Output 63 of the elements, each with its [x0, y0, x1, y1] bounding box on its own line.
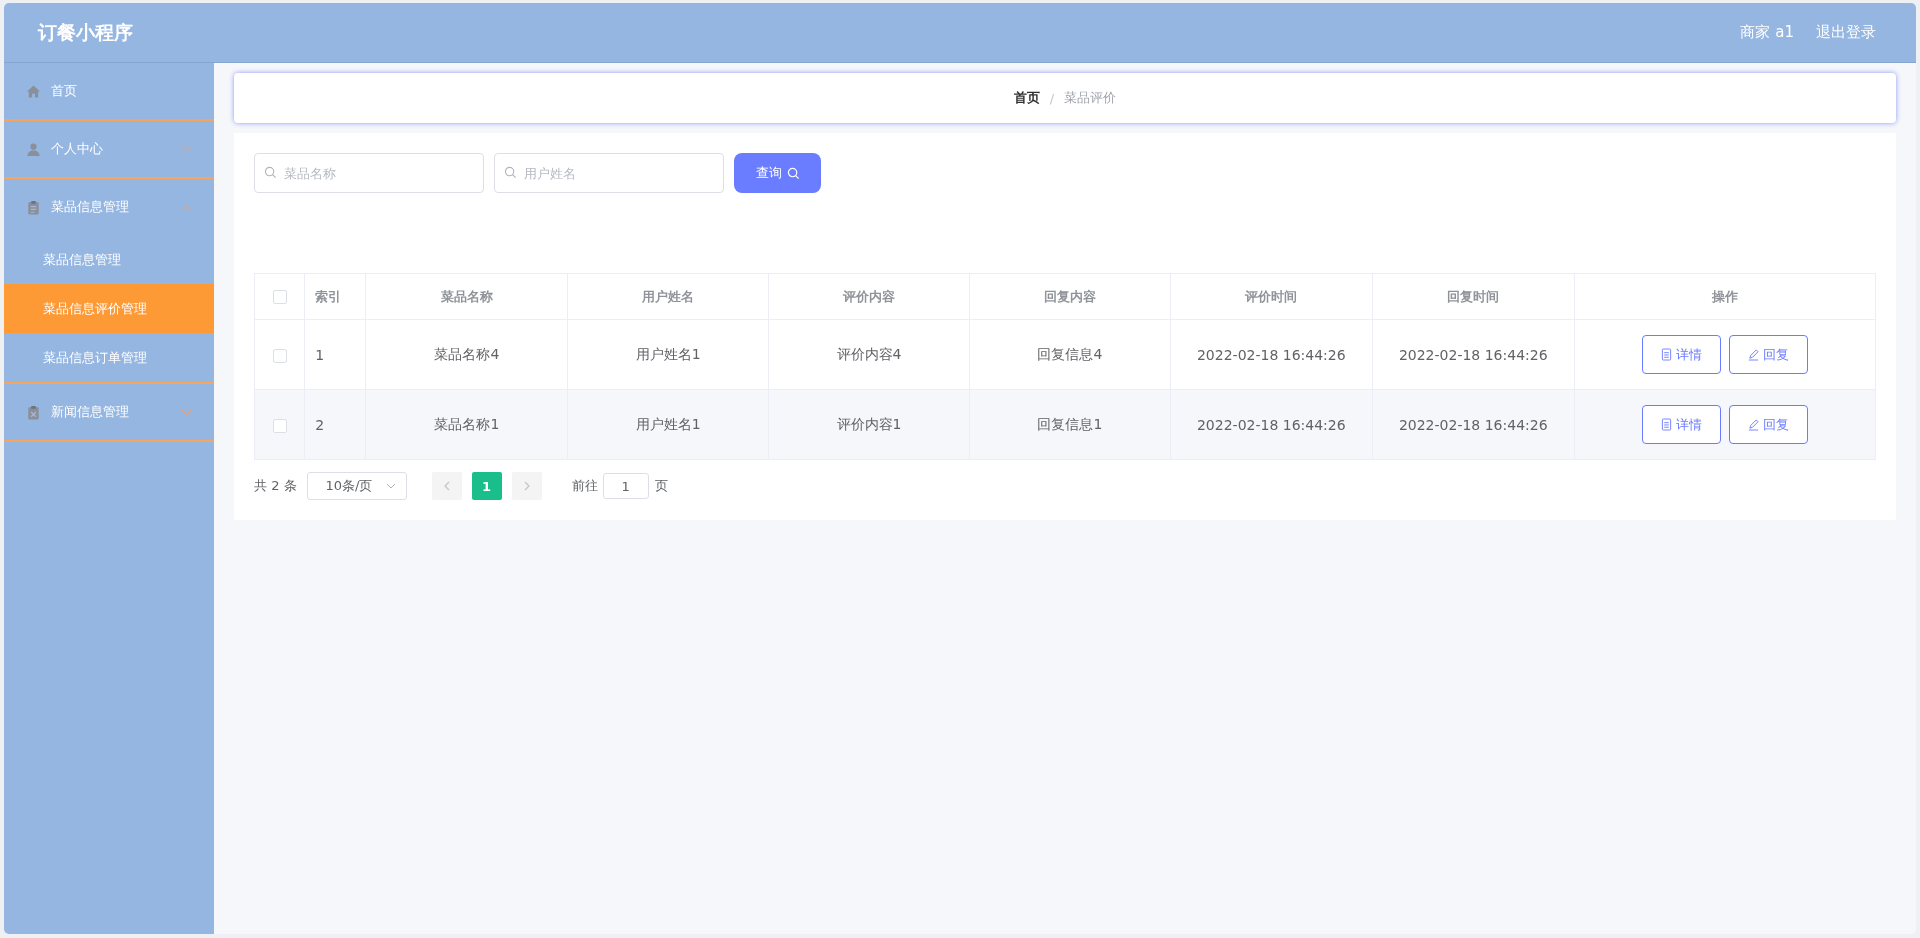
breadcrumb-separator: /: [1049, 90, 1055, 106]
column-header: 评价内容: [768, 273, 970, 320]
pencil-icon: [1747, 348, 1759, 361]
column-header: 回复内容: [969, 273, 1171, 320]
page-input-field[interactable]: 1: [602, 473, 649, 499]
clipboard-icon: [26, 199, 41, 215]
home-icon: [26, 83, 41, 99]
user-name: 商家 a1: [1740, 23, 1794, 42]
table-cell: 用户姓名1: [567, 389, 769, 460]
table-cell: 2022-02-18 16:44:26: [1170, 389, 1373, 460]
column-header: 菜品名称: [365, 273, 568, 320]
row-checkbox[interactable]: [272, 418, 287, 433]
column-header: 回复时间: [1372, 273, 1575, 320]
details-button[interactable]: 详情: [1641, 335, 1721, 374]
table-cell: 2022-02-18 16:44:26: [1372, 389, 1575, 460]
column-header: 评价时间: [1170, 273, 1373, 320]
search-field[interactable]: 菜品名称: [254, 153, 484, 193]
table-cell: 评价内容4: [768, 319, 970, 390]
document-icon: [1660, 418, 1672, 431]
document-icon: [1660, 348, 1672, 361]
table-cell: 用户姓名1: [567, 319, 769, 390]
table-cell: 菜品名称4: [365, 319, 568, 390]
table-cell: 2022-02-18 16:44:26: [1372, 319, 1575, 390]
table-cell: 回复信息4: [969, 319, 1171, 390]
column-header: 用户姓名: [567, 273, 769, 320]
chevron-right-icon: [523, 481, 530, 491]
table-cell: 2: [304, 389, 366, 460]
select-all-checkbox[interactable]: [272, 290, 287, 305]
goto-label: 前往: [571, 477, 598, 495]
column-header: 索引: [304, 273, 366, 320]
chevron-left-icon: [443, 481, 450, 491]
table-cell: 2022-02-18 16:44:26: [1170, 319, 1373, 390]
page-suffix: 页: [654, 477, 668, 495]
logout-link[interactable]: 退出登录: [1816, 23, 1876, 42]
search-icon: [786, 166, 800, 180]
submenu-item[interactable]: 菜品信息管理: [4, 235, 214, 284]
submenu-item[interactable]: 菜品信息评价管理: [4, 284, 214, 333]
total-count: 共 2 条: [254, 477, 297, 495]
caret-icon: [385, 483, 396, 489]
app-title: 订餐小程序: [38, 19, 133, 45]
reply-button[interactable]: 回复: [1728, 405, 1808, 444]
page-number-button[interactable]: 1: [471, 472, 502, 500]
menu-item[interactable]: 首页: [4, 63, 214, 119]
table-cell: 1: [304, 319, 366, 390]
search-field[interactable]: 用户姓名: [494, 153, 724, 193]
menu-item[interactable]: 新闻信息管理: [4, 384, 214, 440]
submenu-item[interactable]: 菜品信息订单管理: [4, 333, 214, 382]
menu-item[interactable]: 菜品信息管理: [4, 179, 214, 235]
table-cell: 回复信息1: [969, 389, 1171, 460]
menu-item[interactable]: 个人中心: [4, 121, 214, 177]
details-button[interactable]: 详情: [1641, 405, 1721, 444]
user-icon: [26, 141, 41, 157]
pencil-icon: [1747, 418, 1759, 431]
reply-button[interactable]: 回复: [1728, 335, 1808, 374]
clipboard-x-icon: [26, 404, 41, 420]
column-header: 操作: [1574, 273, 1876, 320]
row-checkbox[interactable]: [272, 348, 287, 363]
page-size-select[interactable]: 10条/页: [306, 472, 407, 500]
breadcrumb-item[interactable]: 首页: [1013, 89, 1040, 107]
breadcrumb-item: 菜品评价: [1064, 89, 1117, 107]
table-cell: 评价内容1: [768, 389, 970, 460]
table-cell: 菜品名称1: [365, 389, 568, 460]
query-button[interactable]: 查询: [734, 153, 821, 193]
